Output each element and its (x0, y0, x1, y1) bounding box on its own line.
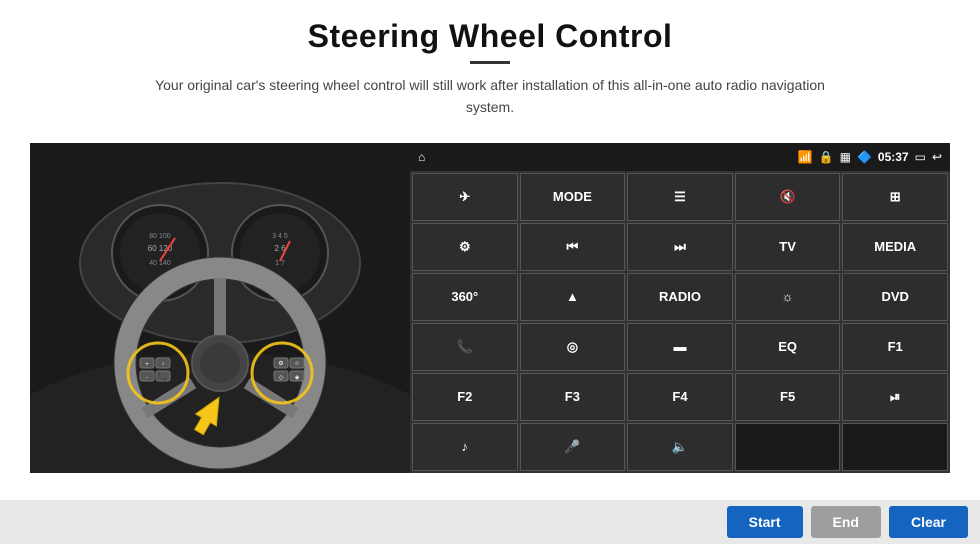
music-btn[interactable]: ♪ (412, 423, 518, 471)
next-btn[interactable]: ⏭ (627, 223, 733, 271)
screen-btn[interactable]: ▬ (627, 323, 733, 371)
empty2 (842, 423, 948, 471)
home-status-icon: ⌂ (418, 150, 425, 164)
brightness-btn[interactable]: ☼ (735, 273, 841, 321)
svg-text:◇: ◇ (279, 375, 284, 381)
mute-btn[interactable]: 🔇 (735, 173, 841, 221)
f2-btn[interactable]: F2 (412, 373, 518, 421)
status-left: ⌂ (418, 150, 425, 164)
eq-btn[interactable]: EQ (735, 323, 841, 371)
media-btn[interactable]: MEDIA (842, 223, 948, 271)
page-title: Steering Wheel Control (140, 18, 840, 55)
steering-wheel-image: 80 100 60 120 40 140 3 4 5 2 6 1 7 (30, 143, 410, 473)
screen-icon: ▭ (915, 150, 926, 164)
content-row: 80 100 60 120 40 140 3 4 5 2 6 1 7 (30, 143, 950, 473)
android-panel: ⌂ 📶 🔒 ▦ 🔷 05:37 ▭ ↩ ✈MODE☰🔇⊞ ⚙⏮⏭TVMEDIA 36… (410, 143, 950, 473)
wifi-icon: 📶 (798, 150, 813, 164)
svg-text:3 4 5: 3 4 5 (272, 233, 288, 240)
f1-btn[interactable]: F1 (842, 323, 948, 371)
playpause-btn[interactable]: ⏯ (842, 373, 948, 421)
phone-btn[interactable]: 📞 (412, 323, 518, 371)
status-right: 📶 🔒 ▦ 🔷 05:37 ▭ ↩ (798, 150, 942, 164)
camera360-btn[interactable]: 360° (412, 273, 518, 321)
navigate-btn[interactable]: ✈ (412, 173, 518, 221)
rotate-btn[interactable]: ◎ (520, 323, 626, 371)
dvd-btn[interactable]: DVD (842, 273, 948, 321)
empty1 (735, 423, 841, 471)
status-bar: ⌂ 📶 🔒 ▦ 🔷 05:37 ▭ ↩ (410, 143, 950, 171)
page-container: Steering Wheel Control Your original car… (0, 0, 980, 544)
start-button[interactable]: Start (727, 506, 803, 538)
clear-button[interactable]: Clear (889, 506, 968, 538)
sim-icon: ▦ (840, 150, 851, 164)
svg-text:☆: ☆ (294, 360, 299, 367)
tv-btn[interactable]: TV (735, 223, 841, 271)
svg-text:+: + (145, 362, 149, 368)
eject-btn[interactable]: ▲ (520, 273, 626, 321)
button-grid: ✈MODE☰🔇⊞⚙⏮⏭TVMEDIA360°▲RADIO☼DVD📞◎▬EQF1F… (410, 171, 950, 473)
svg-text:⚙: ⚙ (278, 360, 283, 367)
volume-call-btn[interactable]: 🔈 (627, 423, 733, 471)
mode-btn[interactable]: MODE (520, 173, 626, 221)
svg-text:1 7: 1 7 (275, 260, 285, 267)
mic-btn[interactable]: 🎤 (520, 423, 626, 471)
bluetooth-icon: 🔷 (857, 150, 872, 164)
svg-text:◈: ◈ (295, 375, 300, 381)
radio-btn[interactable]: RADIO (627, 273, 733, 321)
f5-btn[interactable]: F5 (735, 373, 841, 421)
f3-btn[interactable]: F3 (520, 373, 626, 421)
time-display: 05:37 (878, 150, 909, 164)
title-section: Steering Wheel Control Your original car… (140, 18, 840, 133)
svg-text:80 100: 80 100 (149, 233, 171, 240)
page-subtitle: Your original car's steering wheel contr… (140, 74, 840, 119)
svg-text:-: - (146, 375, 148, 381)
lock-icon: 🔒 (819, 150, 834, 164)
list-btn[interactable]: ☰ (627, 173, 733, 221)
back-icon: ↩ (932, 150, 942, 164)
title-divider (470, 61, 510, 64)
end-button[interactable]: End (811, 506, 881, 538)
svg-text:📞: 📞 (158, 371, 168, 381)
bottom-buttons-bar: Start End Clear (0, 500, 980, 544)
svg-text:40 140: 40 140 (149, 260, 171, 267)
settings-btn[interactable]: ⚙ (412, 223, 518, 271)
apps-btn[interactable]: ⊞ (842, 173, 948, 221)
prev-btn[interactable]: ⏮ (520, 223, 626, 271)
f4-btn[interactable]: F4 (627, 373, 733, 421)
